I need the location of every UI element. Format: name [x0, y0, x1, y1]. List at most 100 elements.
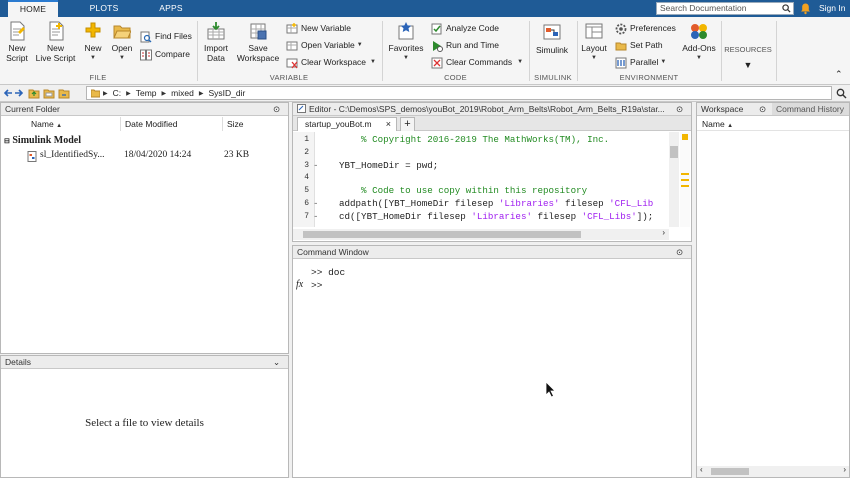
- current-folder-path-field[interactable]: ▶ C: ▶ Temp ▶ mixed ▶ SysID_dir: [86, 86, 832, 100]
- chevron-down-icon: ▼: [403, 55, 409, 61]
- table-row[interactable]: sl_IdentifiedSy... 18/04/2020 14:24 23 K…: [27, 150, 287, 163]
- new-variable-button[interactable]: New Variable: [286, 21, 351, 36]
- code-line[interactable]: 4: [293, 172, 669, 185]
- command-output[interactable]: >> doc >>: [311, 266, 345, 292]
- folder-history-icon[interactable]: [58, 88, 70, 99]
- column-header-name[interactable]: Name ▲: [1, 117, 121, 131]
- new-live-script-button[interactable]: New Live Script: [33, 21, 78, 63]
- layout-button[interactable]: Layout ▼: [579, 21, 609, 63]
- simulink-label: Simulink: [535, 45, 569, 55]
- favorites-button[interactable]: Favorites ▼: [386, 21, 426, 63]
- column-header-size[interactable]: Size: [223, 117, 289, 131]
- up-folder-icon[interactable]: [28, 88, 40, 99]
- parallel-button[interactable]: Parallel ▼: [615, 55, 666, 70]
- scrollbar-thumb[interactable]: [303, 231, 581, 238]
- search-documentation-input[interactable]: Search Documentation: [656, 2, 794, 15]
- clear-commands-icon: [431, 57, 443, 68]
- editor-panel: Editor - C:\Demos\SPS_demos\youBot_2019\…: [292, 102, 692, 242]
- toolstrip-tab-bar: HOME PLOTS APPS Search Documentation Sig…: [0, 0, 850, 17]
- scrollbar-thumb[interactable]: [670, 146, 678, 158]
- clear-commands-button[interactable]: Clear Commands ▼: [431, 55, 523, 70]
- line-number: 5: [304, 186, 309, 196]
- scroll-right-icon[interactable]: ›: [843, 465, 846, 474]
- notification-bell-icon[interactable]: [799, 2, 812, 15]
- code-line[interactable]: 5 % Code to use copy within this reposit…: [293, 185, 669, 198]
- collapse-ribbon-icon[interactable]: ⌃: [835, 69, 843, 80]
- new-tab-button[interactable]: +: [400, 117, 415, 131]
- tab-home[interactable]: HOME: [8, 0, 58, 17]
- new-button[interactable]: New ▼: [80, 21, 106, 63]
- scroll-right-icon[interactable]: ›: [662, 228, 665, 237]
- tab-plots[interactable]: PLOTS: [80, 0, 128, 17]
- line-breakpoint-marker[interactable]: -: [313, 211, 321, 224]
- command-history-tab[interactable]: Command History: [772, 103, 849, 115]
- warning-marker: [681, 173, 689, 175]
- browse-folder-icon[interactable]: [43, 88, 55, 99]
- line-number: 6: [304, 199, 309, 208]
- editor-horizontal-scrollbar[interactable]: ›: [293, 228, 669, 240]
- details-empty-message: Select a file to view details: [85, 417, 204, 429]
- save-workspace-button[interactable]: Save Workspace: [236, 21, 280, 63]
- layout-label: Layout: [581, 43, 607, 53]
- editor-title: Editor - C:\Demos\SPS_demos\youBot_2019\…: [293, 103, 691, 116]
- code-section-label: CODE: [444, 73, 467, 82]
- scrollbar-thumb[interactable]: [711, 468, 749, 475]
- workspace-horizontal-scrollbar[interactable]: ‹ ›: [697, 465, 849, 477]
- panel-menu-icon[interactable]: ⊙: [676, 246, 687, 258]
- column-header-date-modified[interactable]: Date Modified: [121, 117, 223, 131]
- simulink-section-label: SIMULINK: [534, 73, 572, 82]
- run-and-time-button[interactable]: Run and Time: [431, 38, 499, 53]
- close-icon[interactable]: ×: [386, 118, 391, 131]
- code-line[interactable]: 6- addpath([YBT_HomeDir filesep 'Librarie…: [293, 198, 669, 211]
- current-folder-title: Current Folder ⊙: [1, 103, 288, 116]
- resources-button[interactable]: RESOURCES ▼: [722, 45, 774, 70]
- search-folder-icon[interactable]: [836, 88, 847, 99]
- editor-vertical-scrollbar[interactable]: [669, 132, 679, 227]
- code-line[interactable]: 7- cd([YBT_HomeDir filesep 'Libraries' fi…: [293, 211, 669, 224]
- path-segment-sysid-dir[interactable]: SysID_dir: [208, 88, 245, 98]
- chevron-down-icon[interactable]: ⌄: [273, 356, 284, 368]
- import-data-button[interactable]: Import Data: [200, 21, 232, 63]
- chevron-down-icon: ▼: [119, 55, 125, 61]
- set-path-button[interactable]: Set Path: [615, 38, 663, 53]
- panel-menu-icon[interactable]: ⊙: [676, 103, 687, 115]
- file-group-header[interactable]: ⊟ Simulink Model: [4, 135, 81, 146]
- preferences-button[interactable]: Preferences: [615, 21, 676, 36]
- workspace-column-header-name[interactable]: Name ▲: [697, 117, 849, 131]
- path-segment-temp[interactable]: Temp: [136, 88, 157, 98]
- find-files-button[interactable]: Find Files: [140, 29, 192, 44]
- path-segment-mixed[interactable]: mixed: [171, 88, 194, 98]
- back-arrow-icon[interactable]: [3, 88, 13, 98]
- code-string: 'CFL_Libs': [581, 210, 637, 222]
- sign-in-link[interactable]: Sign In: [819, 0, 845, 17]
- new-variable-icon: [286, 22, 298, 33]
- command-prompt[interactable]: >>: [311, 279, 345, 292]
- editor-tab-startup-youbot[interactable]: startup_youBot.m ×: [297, 117, 397, 131]
- analyze-code-button[interactable]: Analyze Code: [431, 21, 499, 36]
- forward-arrow-icon[interactable]: [14, 88, 24, 98]
- add-ons-button[interactable]: Add-Ons ▼: [680, 21, 718, 63]
- clear-workspace-button[interactable]: Clear Workspace ▼: [286, 55, 376, 70]
- tab-apps[interactable]: APPS: [148, 0, 194, 17]
- panel-menu-icon[interactable]: ⊙: [759, 103, 766, 115]
- code-line[interactable]: 2: [293, 147, 669, 160]
- code-token: YBT_HomeDir = pwd;: [339, 159, 439, 171]
- line-breakpoint-marker[interactable]: -: [313, 198, 321, 211]
- simulink-button[interactable]: Simulink: [532, 21, 572, 55]
- scroll-left-icon[interactable]: ‹: [700, 465, 703, 474]
- line-breakpoint-marker[interactable]: -: [313, 160, 321, 173]
- code-line[interactable]: 3- YBT_HomeDir = pwd;: [293, 160, 669, 173]
- panel-menu-icon[interactable]: ⊙: [273, 103, 284, 115]
- path-segment-drive[interactable]: C:: [113, 88, 122, 98]
- compare-button[interactable]: Compare: [140, 47, 190, 62]
- open-button[interactable]: Open ▼: [109, 21, 135, 63]
- open-variable-button[interactable]: Open Variable ▼: [286, 38, 363, 53]
- code-editor-area[interactable]: 1 % Copyright 2016-2019 The MathWorks(TM…: [293, 134, 669, 227]
- new-script-button[interactable]: New Script: [3, 21, 31, 63]
- workspace-panel: Workspace ⊙ Command History Name ▲ ‹ ›: [696, 102, 850, 478]
- workspace-tab[interactable]: Workspace: [701, 104, 743, 114]
- chevron-down-icon: ▼: [370, 59, 376, 65]
- code-line[interactable]: 1 % Copyright 2016-2019 The MathWorks(TM…: [293, 134, 669, 147]
- function-browser-icon[interactable]: fx: [296, 279, 303, 290]
- separator: [776, 21, 777, 81]
